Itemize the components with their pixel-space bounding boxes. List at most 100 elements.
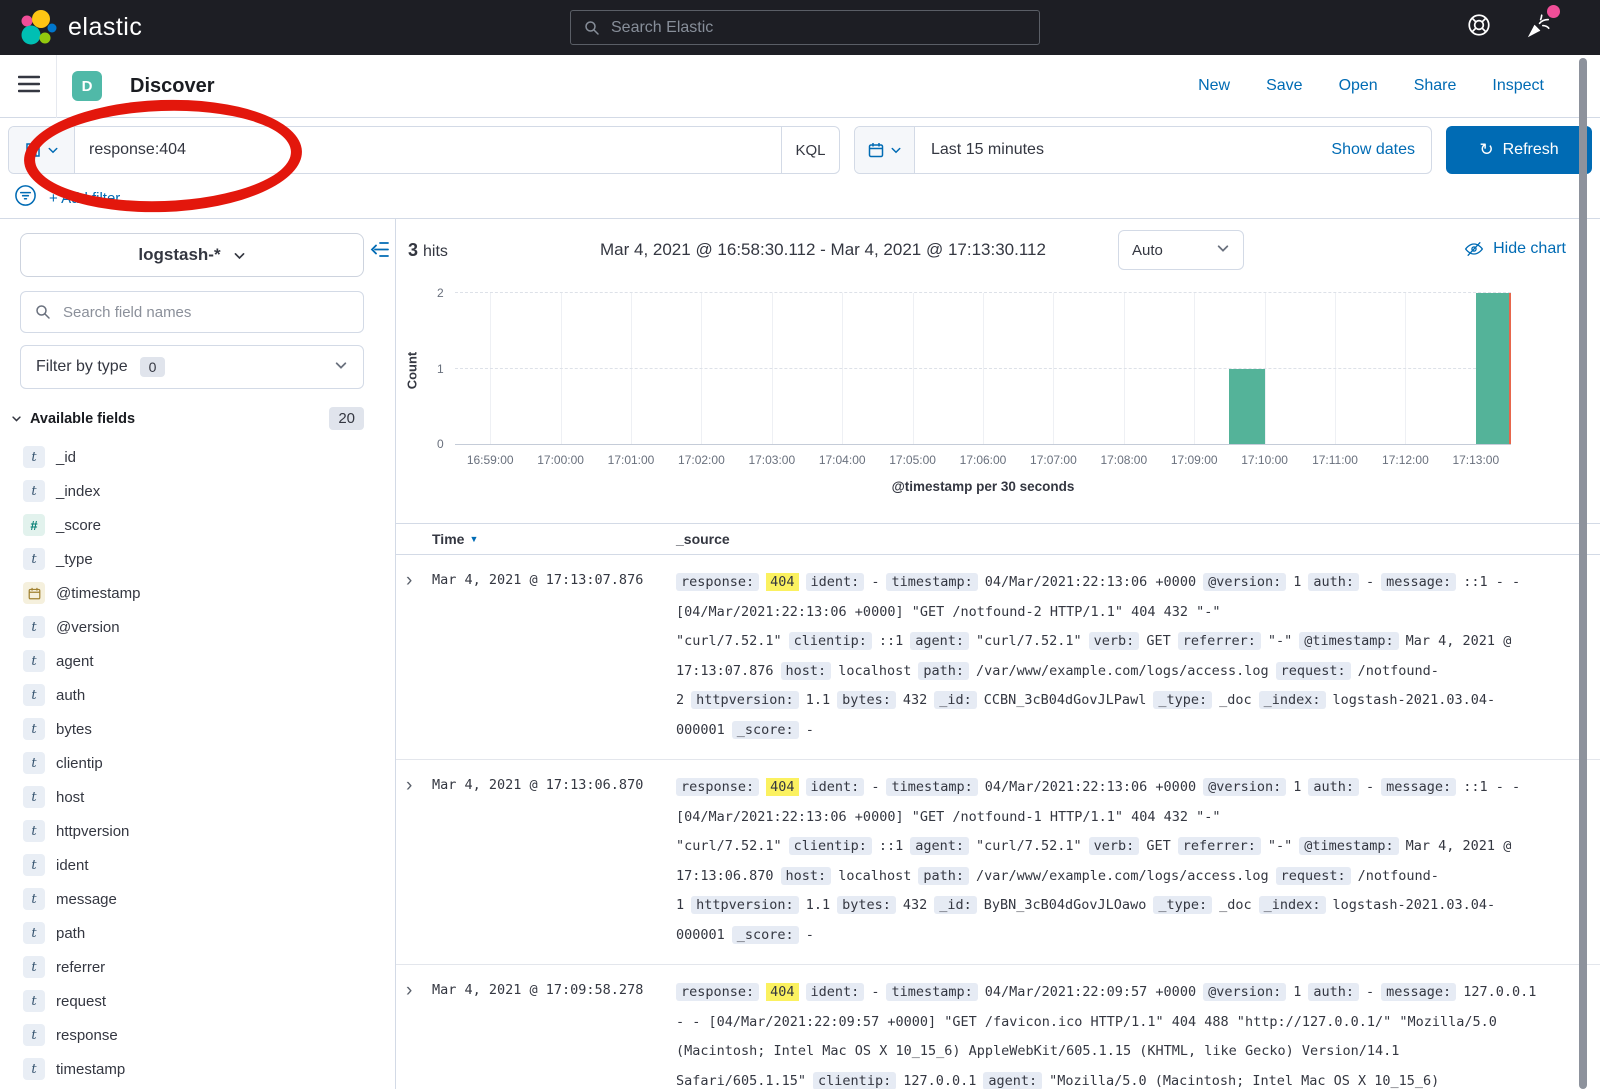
elastic-logo[interactable]: elastic <box>18 8 142 48</box>
chart-bar-17:09:30[interactable] <box>1229 369 1264 445</box>
field-item-ident[interactable]: tident <box>0 848 395 882</box>
field-item-request[interactable]: trequest <box>0 984 395 1018</box>
source-field-key: _score: <box>732 926 799 944</box>
scrollbar[interactable] <box>1579 58 1587 1089</box>
field-name: response <box>56 1027 118 1044</box>
expand-row-icon[interactable]: › <box>404 978 432 1089</box>
sort-desc-icon: ▼ <box>469 534 478 544</box>
field-item-host[interactable]: thost <box>0 780 395 814</box>
field-item-timestamp[interactable]: ttimestamp <box>0 1052 395 1086</box>
help-icon[interactable] <box>1466 12 1492 43</box>
source-value: /var/www/example.com/logs/access.log <box>976 663 1269 679</box>
query-input[interactable]: response:404 <box>75 127 781 173</box>
field-item-_score[interactable]: #_score <box>0 508 395 542</box>
source-value: ::1 <box>879 838 903 854</box>
row-time: Mar 4, 2021 @ 17:09:58.278 <box>432 978 676 1089</box>
add-filter-button[interactable]: + Add filter <box>49 190 120 207</box>
field-item-auth[interactable]: tauth <box>0 678 395 712</box>
column-header-time[interactable]: Time ▼ <box>432 531 676 547</box>
source-field-key: _score: <box>732 721 799 739</box>
field-item-path[interactable]: tpath <box>0 916 395 950</box>
field-item-@timestamp[interactable]: @timestamp <box>0 576 395 610</box>
x-tick-label: 17:13:00 <box>1452 453 1499 467</box>
hide-chart-button[interactable]: Hide chart <box>1464 239 1566 259</box>
field-type-t-icon: t <box>23 684 45 706</box>
quick-select-time-button[interactable] <box>855 127 915 173</box>
source-value: 1.1 <box>806 897 830 913</box>
field-type-number-icon: # <box>23 514 45 536</box>
field-name: agent <box>56 653 94 670</box>
date-picker-group: Last 15 minutes Show dates <box>854 126 1432 174</box>
source-field-key: response: <box>676 778 759 796</box>
y-tick-label: 1 <box>437 362 444 376</box>
search-icon <box>34 303 52 321</box>
field-item-referrer[interactable]: treferrer <box>0 950 395 984</box>
inspect-button[interactable]: Inspect <box>1492 77 1544 95</box>
time-range-value[interactable]: Last 15 minutes <box>915 127 1331 173</box>
global-search-input[interactable]: Search Elastic <box>570 10 1040 45</box>
current-time-marker <box>1509 293 1511 444</box>
hits-bar: 3hits Mar 4, 2021 @ 16:58:30.112 - Mar 4… <box>396 219 1600 281</box>
gridline <box>631 293 632 444</box>
source-field-key: host: <box>781 867 832 885</box>
source-field-key: _type: <box>1153 896 1212 914</box>
source-highlight: 404 <box>766 778 798 796</box>
source-value: - <box>1366 574 1374 590</box>
filter-menu-icon[interactable] <box>14 184 37 212</box>
x-tick-label: 17:05:00 <box>889 453 936 467</box>
source-field-key: @version: <box>1203 983 1286 1001</box>
menu-hamburger-icon[interactable] <box>18 75 40 98</box>
source-field-key: httpversion: <box>691 691 799 709</box>
field-search-input[interactable]: Search field names <box>20 291 364 333</box>
collapse-sidebar-icon[interactable] <box>369 241 389 263</box>
field-item-@version[interactable]: t@version <box>0 610 395 644</box>
save-button[interactable]: Save <box>1266 77 1302 95</box>
gridline <box>1053 293 1054 444</box>
chart-bar-17:13:00[interactable] <box>1476 293 1511 444</box>
x-tick-label: 17:02:00 <box>678 453 725 467</box>
field-item-_type[interactable]: t_type <box>0 542 395 576</box>
refresh-button[interactable]: ↻ Refresh <box>1446 126 1592 174</box>
elastic-logo-icon <box>18 8 58 48</box>
source-field-key: verb: <box>1089 632 1140 650</box>
saved-query-menu-button[interactable] <box>9 127 75 173</box>
field-item-_index[interactable]: t_index <box>0 474 395 508</box>
field-item-response[interactable]: tresponse <box>0 1018 395 1052</box>
source-field-key: path: <box>918 662 969 680</box>
field-item-httpversion[interactable]: thttpversion <box>0 814 395 848</box>
source-value: 1 <box>1293 574 1301 590</box>
app-bar: D Discover New Save Open Share Inspect <box>0 55 1600 118</box>
kql-language-button[interactable]: KQL <box>781 127 839 173</box>
field-item-bytes[interactable]: tbytes <box>0 712 395 746</box>
expand-row-icon[interactable]: › <box>404 568 432 745</box>
index-pattern-select[interactable]: logstash-* <box>20 233 364 277</box>
share-button[interactable]: Share <box>1414 77 1457 95</box>
expand-row-icon[interactable]: › <box>404 773 432 950</box>
available-fields-header[interactable]: Available fields 20 <box>11 407 364 430</box>
field-item-_id[interactable]: t_id <box>0 440 395 474</box>
filter-bar: + Add filter <box>8 184 1592 212</box>
new-button[interactable]: New <box>1198 77 1230 95</box>
interval-select[interactable]: Auto <box>1118 230 1244 270</box>
discover-app-badge[interactable]: D <box>72 71 102 101</box>
field-name: @version <box>56 619 120 636</box>
sidebar: logstash-* Search field names Filter by … <box>0 219 396 1089</box>
show-dates-button[interactable]: Show dates <box>1331 127 1431 173</box>
field-item-agent[interactable]: tagent <box>0 644 395 678</box>
x-tick-label: 17:08:00 <box>1100 453 1147 467</box>
source-value: - <box>871 984 879 1000</box>
open-button[interactable]: Open <box>1339 77 1378 95</box>
global-header: elastic Search Elastic <box>0 0 1600 55</box>
field-item-clientip[interactable]: tclientip <box>0 746 395 780</box>
source-value: 04/Mar/2021:22:13:06 +0000 <box>985 574 1196 590</box>
source-value: 04/Mar/2021:22:09:57 +0000 <box>985 984 1196 1000</box>
source-field-key: _id: <box>934 691 977 709</box>
field-item-message[interactable]: tmessage <box>0 882 395 916</box>
x-tick-label: 17:09:00 <box>1171 453 1218 467</box>
source-value: 127.0.0.1 <box>903 1073 976 1089</box>
x-tick-label: 17:04:00 <box>819 453 866 467</box>
newsfeed-icon[interactable] <box>1526 12 1552 43</box>
filter-by-type-select[interactable]: Filter by type 0 <box>20 345 364 389</box>
source-value: _doc <box>1219 692 1252 708</box>
field-type-t-icon: t <box>23 922 45 944</box>
